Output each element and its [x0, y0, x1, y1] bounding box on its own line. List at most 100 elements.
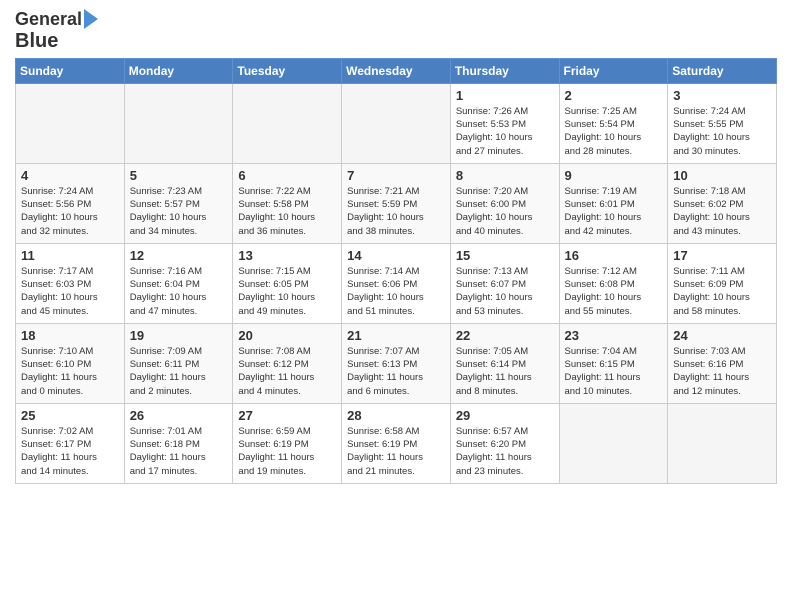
- calendar-cell: 12Sunrise: 7:16 AM Sunset: 6:04 PM Dayli…: [124, 243, 233, 323]
- calendar-cell: 2Sunrise: 7:25 AM Sunset: 5:54 PM Daylig…: [559, 83, 668, 163]
- day-number: 20: [238, 328, 336, 343]
- day-number: 27: [238, 408, 336, 423]
- calendar-cell: [233, 83, 342, 163]
- day-number: 3: [673, 88, 771, 103]
- day-info: Sunrise: 7:21 AM Sunset: 5:59 PM Dayligh…: [347, 185, 445, 238]
- logo: General Blue: [15, 10, 98, 52]
- calendar-cell: 18Sunrise: 7:10 AM Sunset: 6:10 PM Dayli…: [16, 323, 125, 403]
- calendar-cell: 7 Sunrise: 7:21 AM Sunset: 5:59 PM Daylig…: [342, 163, 451, 243]
- calendar-cell: 6 Sunrise: 7:22 AM Sunset: 5:58 PM Daylig…: [233, 163, 342, 243]
- day-info: Sunrise: 7:20 AM Sunset: 6:00 PM Dayligh…: [456, 185, 554, 238]
- day-info: Sunrise: 7:19 AM Sunset: 6:01 PM Dayligh…: [565, 185, 663, 238]
- weekday-header-friday: Friday: [559, 58, 668, 83]
- day-number: 21: [347, 328, 445, 343]
- calendar-cell: 11Sunrise: 7:17 AM Sunset: 6:03 PM Dayli…: [16, 243, 125, 323]
- day-number: 19: [130, 328, 228, 343]
- weekday-header-tuesday: Tuesday: [233, 58, 342, 83]
- day-info: Sunrise: 7:17 AM Sunset: 6:03 PM Dayligh…: [21, 265, 119, 318]
- day-info: Sunrise: 7:24 AM Sunset: 5:55 PM Dayligh…: [673, 105, 771, 158]
- calendar-cell: 26Sunrise: 7:01 AM Sunset: 6:18 PM Dayli…: [124, 403, 233, 483]
- day-info: Sunrise: 7:11 AM Sunset: 6:09 PM Dayligh…: [673, 265, 771, 318]
- day-info: Sunrise: 7:18 AM Sunset: 6:02 PM Dayligh…: [673, 185, 771, 238]
- day-number: 15: [456, 248, 554, 263]
- day-info: Sunrise: 7:04 AM Sunset: 6:15 PM Dayligh…: [565, 345, 663, 398]
- day-info: Sunrise: 7:02 AM Sunset: 6:17 PM Dayligh…: [21, 425, 119, 478]
- calendar-cell: [559, 403, 668, 483]
- calendar-cell: 14 Sunrise: 7:14 AM Sunset: 6:06 PM Dayli…: [342, 243, 451, 323]
- calendar-cell: 3 Sunrise: 7:24 AM Sunset: 5:55 PM Daylig…: [668, 83, 777, 163]
- week-row-3: 11Sunrise: 7:17 AM Sunset: 6:03 PM Dayli…: [16, 243, 777, 323]
- day-number: 28: [347, 408, 445, 423]
- day-number: 9: [565, 168, 663, 183]
- day-number: 25: [21, 408, 119, 423]
- day-info: Sunrise: 7:24 AM Sunset: 5:56 PM Dayligh…: [21, 185, 119, 238]
- calendar-cell: 8 Sunrise: 7:20 AM Sunset: 6:00 PM Daylig…: [450, 163, 559, 243]
- calendar-cell: 25 Sunrise: 7:02 AM Sunset: 6:17 PM Dayli…: [16, 403, 125, 483]
- calendar-cell: [668, 403, 777, 483]
- day-info: Sunrise: 6:57 AM Sunset: 6:20 PM Dayligh…: [456, 425, 554, 478]
- day-number: 18: [21, 328, 119, 343]
- calendar-cell: 21 Sunrise: 7:07 AM Sunset: 6:13 PM Dayli…: [342, 323, 451, 403]
- weekday-header-thursday: Thursday: [450, 58, 559, 83]
- day-number: 5: [130, 168, 228, 183]
- day-number: 8: [456, 168, 554, 183]
- day-number: 17: [673, 248, 771, 263]
- day-info: Sunrise: 6:59 AM Sunset: 6:19 PM Dayligh…: [238, 425, 336, 478]
- day-info: Sunrise: 7:05 AM Sunset: 6:14 PM Dayligh…: [456, 345, 554, 398]
- day-number: 24: [673, 328, 771, 343]
- day-number: 22: [456, 328, 554, 343]
- calendar-cell: 24Sunrise: 7:03 AM Sunset: 6:16 PM Dayli…: [668, 323, 777, 403]
- week-row-2: 4 Sunrise: 7:24 AM Sunset: 5:56 PM Daylig…: [16, 163, 777, 243]
- week-row-1: 1 Sunrise: 7:26 AM Sunset: 5:53 PM Daylig…: [16, 83, 777, 163]
- day-number: 10: [673, 168, 771, 183]
- weekday-header-monday: Monday: [124, 58, 233, 83]
- day-info: Sunrise: 7:16 AM Sunset: 6:04 PM Dayligh…: [130, 265, 228, 318]
- calendar-table: SundayMondayTuesdayWednesdayThursdayFrid…: [15, 58, 777, 484]
- weekday-header-row: SundayMondayTuesdayWednesdayThursdayFrid…: [16, 58, 777, 83]
- day-info: Sunrise: 7:08 AM Sunset: 6:12 PM Dayligh…: [238, 345, 336, 398]
- day-number: 4: [21, 168, 119, 183]
- day-info: Sunrise: 7:26 AM Sunset: 5:53 PM Dayligh…: [456, 105, 554, 158]
- calendar-cell: 20 Sunrise: 7:08 AM Sunset: 6:12 PM Dayli…: [233, 323, 342, 403]
- calendar-cell: 1 Sunrise: 7:26 AM Sunset: 5:53 PM Daylig…: [450, 83, 559, 163]
- calendar-cell: 23 Sunrise: 7:04 AM Sunset: 6:15 PM Dayli…: [559, 323, 668, 403]
- week-row-4: 18Sunrise: 7:10 AM Sunset: 6:10 PM Dayli…: [16, 323, 777, 403]
- day-number: 26: [130, 408, 228, 423]
- day-number: 23: [565, 328, 663, 343]
- day-info: Sunrise: 7:15 AM Sunset: 6:05 PM Dayligh…: [238, 265, 336, 318]
- calendar-cell: [342, 83, 451, 163]
- calendar-cell: 10 Sunrise: 7:18 AM Sunset: 6:02 PM Dayli…: [668, 163, 777, 243]
- calendar-cell: [124, 83, 233, 163]
- day-info: Sunrise: 7:14 AM Sunset: 6:06 PM Dayligh…: [347, 265, 445, 318]
- header: General Blue: [15, 10, 777, 52]
- day-info: Sunrise: 7:25 AM Sunset: 5:54 PM Dayligh…: [565, 105, 663, 158]
- day-number: 14: [347, 248, 445, 263]
- weekday-header-wednesday: Wednesday: [342, 58, 451, 83]
- calendar-cell: 4 Sunrise: 7:24 AM Sunset: 5:56 PM Daylig…: [16, 163, 125, 243]
- calendar-cell: 27 Sunrise: 6:59 AM Sunset: 6:19 PM Dayli…: [233, 403, 342, 483]
- calendar-container: General Blue SundayMondayTuesdayWednesda…: [0, 0, 792, 489]
- day-info: Sunrise: 7:07 AM Sunset: 6:13 PM Dayligh…: [347, 345, 445, 398]
- day-number: 6: [238, 168, 336, 183]
- week-row-5: 25 Sunrise: 7:02 AM Sunset: 6:17 PM Dayli…: [16, 403, 777, 483]
- day-info: Sunrise: 7:12 AM Sunset: 6:08 PM Dayligh…: [565, 265, 663, 318]
- calendar-cell: 22 Sunrise: 7:05 AM Sunset: 6:14 PM Dayli…: [450, 323, 559, 403]
- day-info: Sunrise: 6:58 AM Sunset: 6:19 PM Dayligh…: [347, 425, 445, 478]
- calendar-cell: 28 Sunrise: 6:58 AM Sunset: 6:19 PM Dayli…: [342, 403, 451, 483]
- day-number: 1: [456, 88, 554, 103]
- calendar-cell: 15 Sunrise: 7:13 AM Sunset: 6:07 PM Dayli…: [450, 243, 559, 323]
- day-info: Sunrise: 7:13 AM Sunset: 6:07 PM Dayligh…: [456, 265, 554, 318]
- logo-arrow-icon: [84, 9, 98, 29]
- calendar-cell: 5 Sunrise: 7:23 AM Sunset: 5:57 PM Daylig…: [124, 163, 233, 243]
- logo-text: General: [15, 10, 82, 30]
- calendar-cell: 17 Sunrise: 7:11 AM Sunset: 6:09 PM Dayli…: [668, 243, 777, 323]
- weekday-header-sunday: Sunday: [16, 58, 125, 83]
- day-info: Sunrise: 7:23 AM Sunset: 5:57 PM Dayligh…: [130, 185, 228, 238]
- calendar-cell: 9 Sunrise: 7:19 AM Sunset: 6:01 PM Daylig…: [559, 163, 668, 243]
- logo-blue-text: Blue: [15, 30, 58, 52]
- day-info: Sunrise: 7:22 AM Sunset: 5:58 PM Dayligh…: [238, 185, 336, 238]
- day-number: 7: [347, 168, 445, 183]
- calendar-cell: [16, 83, 125, 163]
- calendar-cell: 19 Sunrise: 7:09 AM Sunset: 6:11 PM Dayli…: [124, 323, 233, 403]
- day-info: Sunrise: 7:09 AM Sunset: 6:11 PM Dayligh…: [130, 345, 228, 398]
